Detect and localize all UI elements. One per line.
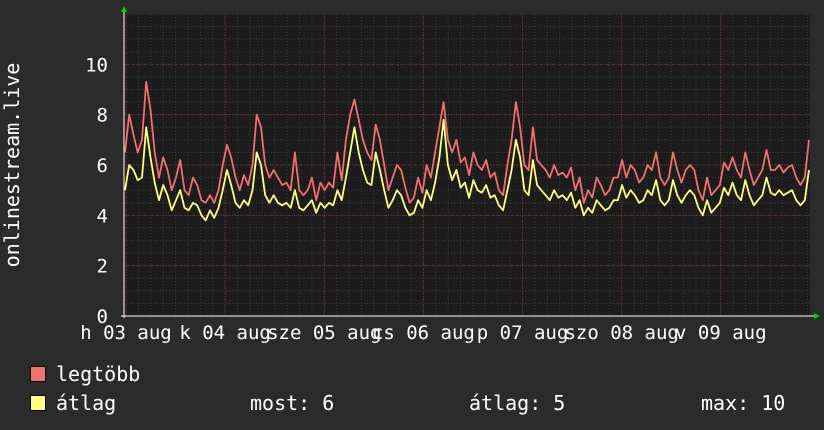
x-tick-label: sze 05 aug (267, 322, 381, 344)
x-tick-label: v 09 aug (675, 322, 767, 344)
legend-max-label: legtöbb (56, 362, 141, 386)
legend-avg: átlag (30, 391, 116, 415)
stat-now-label: most: (250, 391, 311, 415)
y-tick-label: 2 (97, 256, 108, 278)
x-tick-label: cs 06 aug (372, 322, 475, 344)
stat-max-label: max: (701, 391, 750, 415)
legend-max: legtöbb (30, 362, 140, 386)
y-tick-label: 6 (97, 155, 108, 177)
stat-avg: átlag: 5 (469, 391, 565, 415)
stat-avg-label: átlag: (469, 391, 542, 415)
x-tick-label: k 04 aug (179, 322, 271, 344)
legend-avg-label: átlag (56, 391, 117, 415)
x-tick-label: p 07 aug (477, 322, 569, 344)
x-tick-label: h 03 aug (80, 322, 172, 344)
x-tick-label: szo 08 aug (564, 322, 678, 344)
y-tick-label: 8 (97, 105, 108, 127)
y-tick-label: 10 (85, 54, 108, 76)
y-axis-label: onlinestream.live (0, 63, 24, 268)
stat-max: max: 10 (701, 391, 785, 415)
stat-avg-value: 5 (553, 391, 566, 415)
x-axis-arrow (814, 313, 820, 319)
stat-now-value: 6 (322, 391, 335, 415)
y-tick-label: 4 (97, 205, 108, 227)
stat-max-value: 10 (761, 391, 786, 415)
legend-avg-swatch (30, 395, 46, 411)
y-axis-arrow (121, 6, 127, 12)
legend-max-swatch (30, 366, 46, 382)
stat-now: most: 6 (250, 391, 334, 415)
